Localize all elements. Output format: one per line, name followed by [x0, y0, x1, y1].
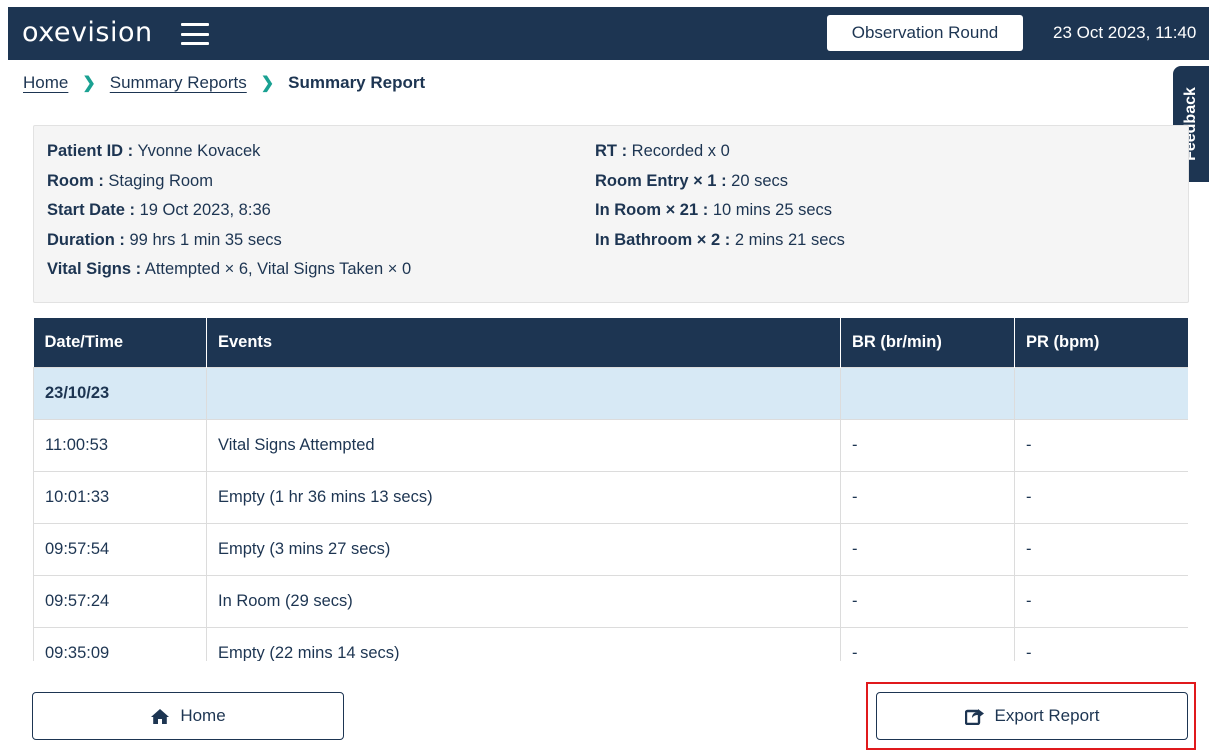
breadcrumb-home-link[interactable]: Home [23, 73, 68, 93]
br-cell: - [840, 627, 1015, 661]
table-header-row: Date/Time Events BR (br/min) PR (bpm) [33, 318, 1188, 368]
hamburger-menu-icon[interactable] [181, 23, 209, 45]
column-header-br: BR (br/min) [840, 318, 1015, 368]
date-group-row: 23/10/23 [33, 367, 1188, 420]
room-field: Room : Staging Room [47, 171, 213, 190]
chevron-right-icon: ❯ [82, 75, 96, 92]
pr-cell: - [1014, 419, 1188, 472]
current-datetime: 23 Oct 2023, 11:40 [1053, 23, 1197, 42]
breadcrumb-summary-reports-link[interactable]: Summary Reports [110, 73, 247, 93]
export-report-button[interactable]: Export Report [876, 692, 1188, 740]
pr-cell: - [1014, 575, 1188, 628]
time-cell: 09:57:24 [33, 575, 207, 628]
vital-signs-field: Vital Signs : Attempted × 6, Vital Signs… [47, 260, 412, 278]
table-row: 11:00:53 Vital Signs Attempted - - [33, 419, 1188, 472]
breadcrumb-current: Summary Report [288, 73, 426, 92]
export-button-label: Export Report [994, 706, 1100, 725]
event-cell: Vital Signs Attempted [206, 419, 841, 472]
patient-id-field: Patient ID : Yvonne Kovacek [47, 142, 261, 160]
export-icon [964, 709, 984, 725]
column-header-datetime: Date/Time [33, 318, 207, 368]
pr-cell: - [1014, 471, 1188, 524]
event-cell: Empty (1 hr 36 mins 13 secs) [206, 471, 841, 524]
info-left-column: Patient ID : Yvonne Kovacek Room : Stagi… [47, 139, 411, 287]
home-icon [151, 708, 170, 724]
in-bathroom-field: In Bathroom × 2 : 2 mins 21 secs [595, 230, 845, 249]
chevron-right-icon: ❯ [260, 75, 275, 92]
event-cell: Empty (3 mins 27 secs) [206, 523, 841, 576]
table-row: 09:35:09 Empty (22 mins 14 secs) - - [33, 627, 1188, 661]
table-row: 10:01:33 Empty (1 hr 36 mins 13 secs) - … [33, 471, 1188, 524]
breadcrumb: Home ❯ Summary Reports ❯ Summary Report [23, 73, 425, 93]
info-right-column: RT : Recorded x 0 Room Entry × 1 : 20 se… [595, 139, 845, 257]
patient-info-panel: Patient ID : Yvonne Kovacek Room : Stagi… [33, 125, 1189, 303]
column-header-events: Events [206, 318, 841, 368]
br-cell: - [840, 471, 1015, 524]
home-button-label: Home [180, 706, 226, 725]
top-bar: oxevision Observation Round 23 Oct 2023,… [8, 7, 1209, 60]
time-cell: 09:35:09 [33, 627, 207, 661]
column-header-pr: PR (bpm) [1014, 318, 1188, 368]
event-cell: Empty (22 mins 14 secs) [206, 627, 841, 661]
br-cell: - [840, 575, 1015, 628]
room-entry-field: Room Entry × 1 : 20 secs [595, 171, 789, 190]
date-group-cell: 23/10/23 [33, 367, 207, 420]
table-row: 09:57:24 In Room (29 secs) - - [33, 575, 1188, 628]
events-table-container[interactable]: Date/Time Events BR (br/min) PR (bpm) 23… [33, 318, 1188, 661]
events-table: Date/Time Events BR (br/min) PR (bpm) 23… [33, 318, 1188, 661]
table-row: 09:57:54 Empty (3 mins 27 secs) - - [33, 523, 1188, 576]
time-cell: 10:01:33 [33, 471, 207, 524]
home-button[interactable]: Home [32, 692, 344, 740]
pr-cell: - [1014, 627, 1188, 661]
observation-round-button[interactable]: Observation Round [827, 15, 1023, 51]
duration-field: Duration : 99 hrs 1 min 35 secs [47, 230, 282, 249]
pr-cell: - [1014, 523, 1188, 576]
time-cell: 11:00:53 [33, 419, 207, 472]
time-cell: 09:57:54 [33, 523, 207, 576]
br-cell: - [840, 419, 1015, 472]
event-cell: In Room (29 secs) [206, 575, 841, 628]
start-date-field: Start Date : 19 Oct 2023, 8:36 [47, 201, 271, 219]
rt-field: RT : Recorded x 0 [595, 142, 730, 160]
br-cell: - [840, 523, 1015, 576]
brand-logo: oxevision [22, 17, 153, 48]
in-room-field: In Room × 21 : 10 mins 25 secs [595, 201, 833, 219]
